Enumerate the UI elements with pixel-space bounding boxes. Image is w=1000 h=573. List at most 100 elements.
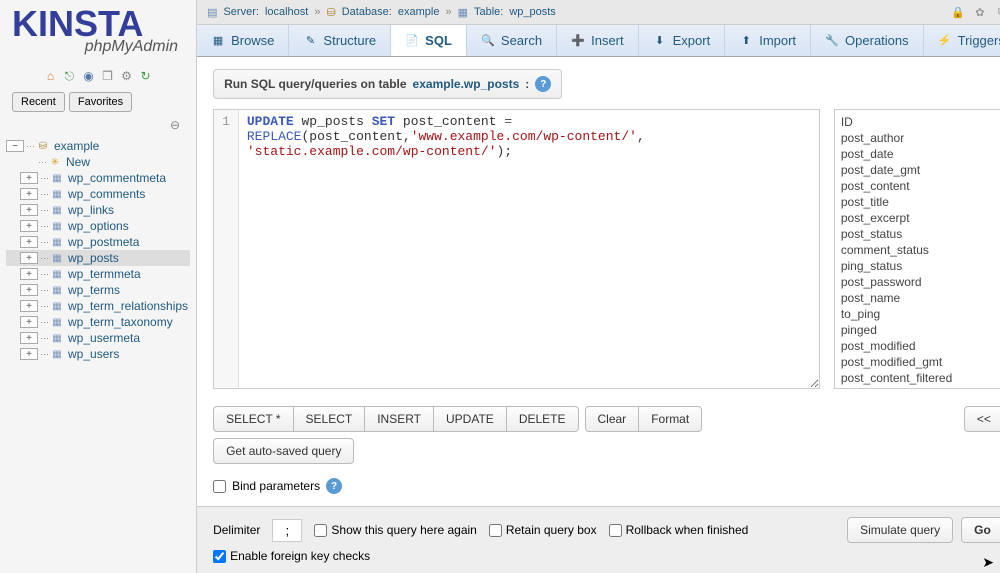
tree-item[interactable]: +⋯▦wp_links xyxy=(6,202,190,218)
clear-button[interactable]: Clear xyxy=(585,406,640,432)
show-again-checkbox[interactable] xyxy=(314,524,327,537)
table-name[interactable]: wp_posts xyxy=(509,6,555,18)
column-item[interactable]: pinged xyxy=(841,322,997,338)
db-label: Database: xyxy=(342,6,392,18)
expand-icon[interactable]: + xyxy=(20,252,38,264)
tree-item[interactable]: +⋯▦wp_term_taxonomy xyxy=(6,314,190,330)
tab-sql[interactable]: 📄SQL xyxy=(391,25,467,56)
help-icon[interactable]: ? xyxy=(326,478,342,494)
update-button[interactable]: UPDATE xyxy=(433,406,507,432)
code-content[interactable]: UPDATE wp_posts SET post_content = REPLA… xyxy=(239,110,653,388)
server-name[interactable]: localhost xyxy=(265,6,308,18)
expand-icon[interactable]: + xyxy=(20,332,38,344)
tab-import[interactable]: ⬆Import xyxy=(725,25,811,56)
expand-icon[interactable]: + xyxy=(20,236,38,248)
expand-icon[interactable]: − xyxy=(6,140,24,152)
column-item[interactable]: post_modified_gmt xyxy=(841,354,997,370)
docs-icon[interactable]: ❐ xyxy=(100,68,116,84)
tree-item[interactable]: −⋯⛁example xyxy=(6,138,190,154)
tree-item[interactable]: ⋯✳New xyxy=(6,154,190,170)
tree-item[interactable]: +⋯▦wp_commentmeta xyxy=(6,170,190,186)
bind-parameters-row: Bind parameters ? xyxy=(213,478,1000,494)
tree-item-selected[interactable]: +⋯▦wp_posts xyxy=(6,250,190,266)
exit-icon[interactable]: ⎋ xyxy=(62,68,78,84)
globe-icon[interactable]: ◉ xyxy=(81,68,97,84)
favorites-tab[interactable]: Favorites xyxy=(69,92,132,112)
export-icon: ⬇ xyxy=(653,34,667,48)
delete-button[interactable]: DELETE xyxy=(506,406,579,432)
select-button[interactable]: SELECT xyxy=(293,406,366,432)
collapse-sidebar-icon[interactable]: ⊖ xyxy=(0,116,196,134)
tree-connector-icon: ⋯ xyxy=(40,237,49,248)
tab-triggers[interactable]: ⚡Triggers xyxy=(924,25,1000,56)
tab-structure[interactable]: ✎Structure xyxy=(289,25,391,56)
collapse-columns-button[interactable]: << xyxy=(964,406,1000,432)
tree-item[interactable]: +⋯▦wp_term_relationships xyxy=(6,298,190,314)
simulate-button[interactable]: Simulate query xyxy=(847,517,953,543)
tree-item[interactable]: +⋯▦wp_termmeta xyxy=(6,266,190,282)
expand-icon[interactable]: + xyxy=(20,284,38,296)
browse-icon: ▦ xyxy=(211,34,225,48)
column-item[interactable]: post_title xyxy=(841,194,997,210)
column-item[interactable]: post_password xyxy=(841,274,997,290)
db-name[interactable]: example xyxy=(398,6,440,18)
column-item[interactable]: ping_status xyxy=(841,258,997,274)
format-button[interactable]: Format xyxy=(638,406,702,432)
expand-icon[interactable]: + xyxy=(20,316,38,328)
select-star-button[interactable]: SELECT * xyxy=(213,406,293,432)
tree-item[interactable]: +⋯▦wp_comments xyxy=(6,186,190,202)
settings-icon[interactable]: ✿ xyxy=(972,4,988,20)
lock-icon[interactable]: 🔒 xyxy=(950,4,966,20)
tree-item[interactable]: +⋯▦wp_users xyxy=(6,346,190,362)
go-button[interactable]: Go xyxy=(961,517,1000,543)
query-title-link[interactable]: example.wp_posts xyxy=(413,77,520,91)
columns-list[interactable]: IDpost_authorpost_datepost_date_gmtpost_… xyxy=(834,109,1000,389)
expand-icon[interactable]: + xyxy=(20,300,38,312)
column-item[interactable]: post_excerpt xyxy=(841,210,997,226)
column-item[interactable]: to_ping xyxy=(841,306,997,322)
column-item[interactable]: post_status xyxy=(841,226,997,242)
tab-operations[interactable]: 🔧Operations xyxy=(811,25,924,56)
tab-browse[interactable]: ▦Browse xyxy=(197,25,289,56)
help-icon[interactable]: ? xyxy=(535,76,551,92)
tree-connector-icon: ⋯ xyxy=(40,173,49,184)
gear-icon[interactable]: ⚙ xyxy=(119,68,135,84)
fk-checkbox[interactable] xyxy=(213,550,226,563)
recent-tab[interactable]: Recent xyxy=(12,92,65,112)
tab-search[interactable]: 🔍Search xyxy=(467,25,557,56)
expand-icon[interactable]: + xyxy=(20,220,38,232)
tree-item[interactable]: +⋯▦wp_usermeta xyxy=(6,330,190,346)
expand-icon[interactable]: + xyxy=(20,268,38,280)
tab-export[interactable]: ⬇Export xyxy=(639,25,726,56)
table-icon: ⛁ xyxy=(35,139,51,153)
delimiter-input[interactable] xyxy=(272,519,302,542)
overlay-icon[interactable]: ⧉ xyxy=(994,4,1000,20)
sql-editor[interactable]: 1 UPDATE wp_posts SET post_content = REP… xyxy=(213,109,820,389)
column-item[interactable]: post_date xyxy=(841,146,997,162)
column-item[interactable]: comment_status xyxy=(841,242,997,258)
column-item[interactable]: post_content xyxy=(841,178,997,194)
tree-item[interactable]: +⋯▦wp_postmeta xyxy=(6,234,190,250)
reload-icon[interactable]: ↻ xyxy=(138,68,154,84)
expand-icon[interactable]: + xyxy=(20,348,38,360)
expand-icon[interactable]: + xyxy=(20,204,38,216)
column-item[interactable]: post_content_filtered xyxy=(841,370,997,386)
query-buttons: SELECT * SELECT INSERT UPDATE DELETE Cle… xyxy=(213,406,1000,432)
retain-checkbox[interactable] xyxy=(489,524,502,537)
expand-icon[interactable]: + xyxy=(20,188,38,200)
database-icon: ⛁ xyxy=(326,6,335,19)
tree-item[interactable]: +⋯▦wp_terms xyxy=(6,282,190,298)
column-item[interactable]: post_modified xyxy=(841,338,997,354)
bind-parameters-checkbox[interactable] xyxy=(213,480,226,493)
home-icon[interactable]: ⌂ xyxy=(43,68,59,84)
rollback-checkbox[interactable] xyxy=(609,524,622,537)
column-item[interactable]: post_date_gmt xyxy=(841,162,997,178)
autosaved-button[interactable]: Get auto-saved query xyxy=(213,438,354,464)
insert-button[interactable]: INSERT xyxy=(364,406,434,432)
tree-item[interactable]: +⋯▦wp_options xyxy=(6,218,190,234)
column-item[interactable]: post_author xyxy=(841,130,997,146)
tab-insert[interactable]: ➕Insert xyxy=(557,25,639,56)
column-item[interactable]: ID xyxy=(841,114,997,130)
column-item[interactable]: post_name xyxy=(841,290,997,306)
expand-icon[interactable]: + xyxy=(20,172,38,184)
